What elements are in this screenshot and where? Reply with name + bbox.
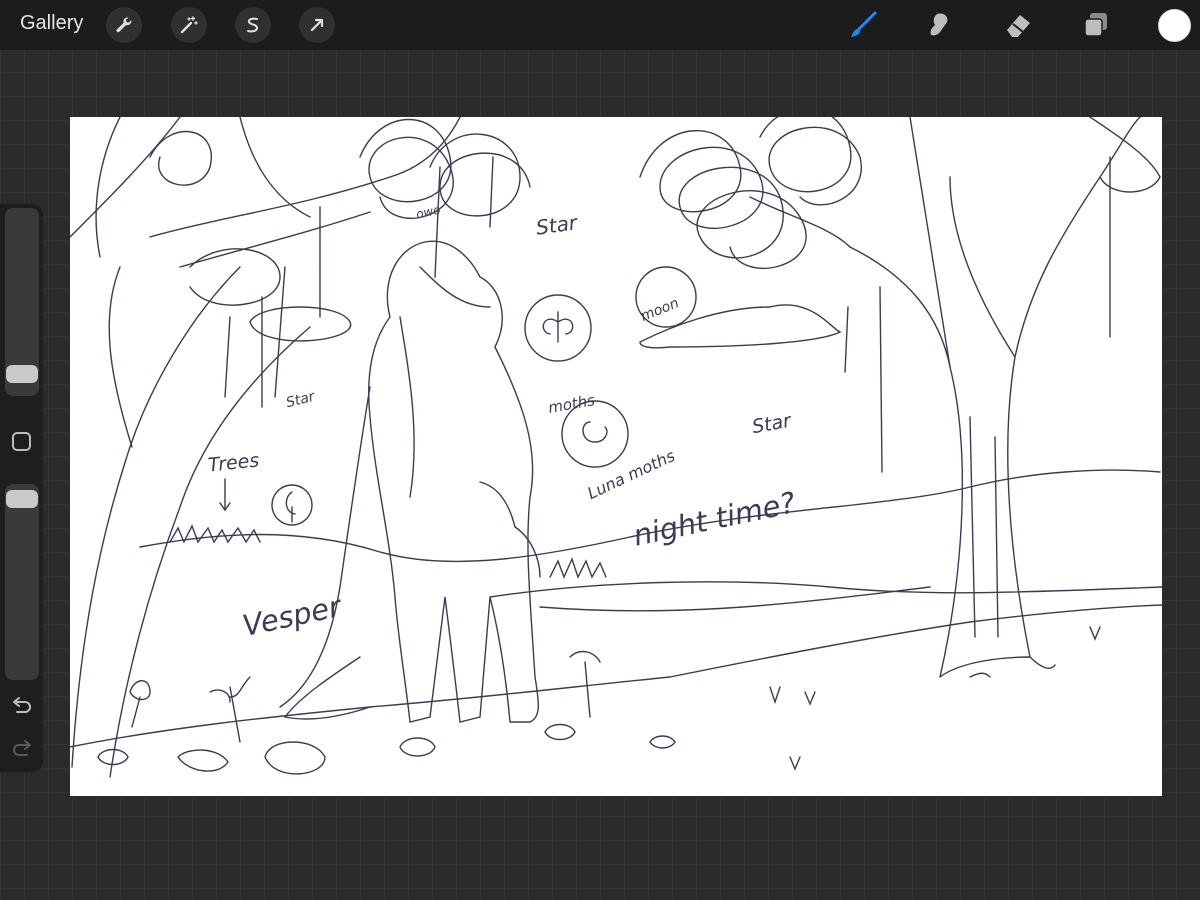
smudge-icon (930, 13, 948, 36)
layers-button[interactable] (1079, 8, 1113, 42)
wrench-icon (116, 17, 132, 33)
actions-button[interactable] (106, 7, 142, 43)
brush-icon (851, 11, 877, 37)
creature-body (368, 240, 539, 723)
brush-size-thumb[interactable] (6, 365, 38, 383)
color-picker-button[interactable] (1158, 9, 1191, 42)
gallery-button[interactable]: Gallery (20, 12, 83, 35)
selection-button[interactable] (235, 7, 271, 43)
redo-icon[interactable] (9, 739, 35, 761)
opacity-slider[interactable] (5, 484, 39, 680)
brush-tool-button[interactable] (846, 8, 880, 42)
eraser-tool-button[interactable] (1001, 8, 1035, 42)
arrow-cursor-icon (310, 18, 324, 32)
top-toolbar: Gallery (0, 0, 1200, 50)
eraser-icon (1007, 15, 1030, 37)
selection-s-icon (247, 17, 259, 33)
opacity-thumb[interactable] (6, 490, 38, 508)
drawing-canvas[interactable]: owo Star moon Star moths Star Trees Luna… (70, 117, 1162, 796)
left-tree-trunk (71, 266, 241, 768)
magic-wand-icon (180, 16, 198, 34)
adjustments-button[interactable] (171, 7, 207, 43)
layers-icon (1084, 13, 1107, 37)
smudge-tool-button[interactable] (923, 8, 957, 42)
undo-icon[interactable] (9, 696, 35, 718)
square-modify-icon[interactable] (12, 432, 31, 451)
side-toolbar (0, 204, 43, 772)
brush-size-slider[interactable] (5, 208, 39, 396)
right-tree-trunk (849, 246, 963, 678)
middle-hill (489, 581, 1162, 598)
transform-button[interactable] (299, 7, 335, 43)
